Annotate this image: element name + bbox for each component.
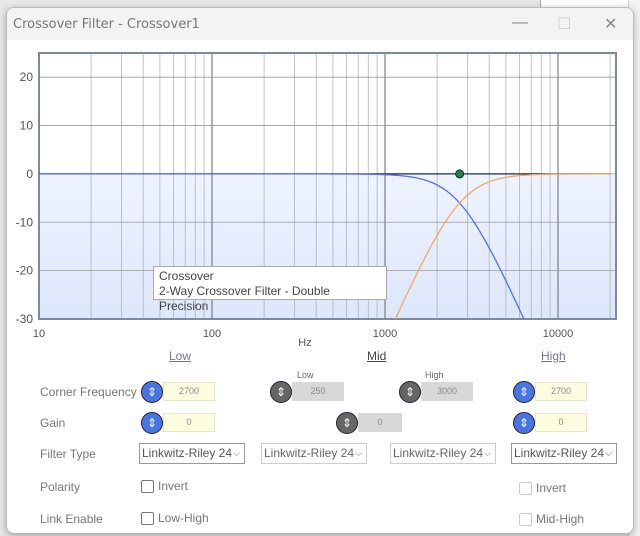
mid-high-link-label: Mid-High — [536, 512, 585, 526]
low-high-link-label: Low-High — [158, 511, 209, 525]
mid-high-frequency-knob-icon: ⇕ — [399, 381, 421, 403]
high-invert-checkbox — [519, 482, 532, 495]
mid-low-frequency-knob-icon: ⇕ — [270, 381, 292, 403]
y-tick-label: -10 — [16, 215, 34, 229]
mid-gain-knob-icon: ⇕ — [336, 412, 358, 434]
band-low-header[interactable]: Low — [169, 349, 191, 363]
chevron-down-icon: ⌵ — [355, 448, 362, 458]
tooltip-text: 2-Way Crossover Filter - Double Precisio… — [159, 284, 330, 313]
mid-low-filter-value: Linkwitz-Riley 24 — [264, 446, 355, 460]
band-mid-header[interactable]: Mid — [367, 349, 386, 363]
high-frequency-field[interactable]: 2700 — [535, 382, 587, 401]
low-filter-type-select[interactable]: Linkwitz-Riley 24 ⌵ — [139, 443, 245, 464]
tooltip-title: Crossover — [159, 269, 214, 283]
high-frequency-knob-icon[interactable]: ⇕ — [513, 381, 535, 403]
link-enable-label: Link Enable — [40, 512, 103, 526]
y-tick-label: -20 — [16, 264, 34, 278]
low-invert-checkbox[interactable] — [141, 480, 154, 493]
low-gain-knob-icon[interactable]: ⇕ — [141, 412, 163, 434]
high-gain-field[interactable]: 0 — [535, 413, 587, 432]
x-tick-label: 1000 — [373, 328, 397, 340]
x-tick-label: 100 — [203, 328, 221, 340]
mid-high-filter-type-select: Linkwitz-Riley 24 ⌵ — [390, 443, 496, 464]
chevron-down-icon: ⌵ — [605, 448, 612, 458]
band-high-header[interactable]: High — [541, 349, 566, 363]
mid-high-frequency-field: 3000 — [421, 382, 473, 401]
mid-high-filter-value: Linkwitz-Riley 24 — [393, 446, 484, 460]
chevron-down-icon: ⌵ — [484, 448, 491, 458]
x-tick-label: 10000 — [543, 328, 574, 340]
x-axis-label: Hz — [298, 337, 311, 349]
low-frequency-knob-icon[interactable]: ⇕ — [141, 381, 163, 403]
crossover-filter-window: Crossover Filter - Crossover1 — ☐ ✕ 20 10… — [6, 7, 634, 534]
mid-low-filter-type-select: Linkwitz-Riley 24 ⌵ — [261, 443, 367, 464]
low-high-link-checkbox[interactable] — [141, 512, 154, 525]
y-tick-label: 20 — [20, 70, 34, 84]
mid-gain-field: 0 — [358, 413, 402, 432]
high-gain-knob-icon[interactable]: ⇕ — [513, 412, 535, 434]
crossover-point-handle[interactable] — [455, 169, 465, 179]
low-invert-label: Invert — [158, 479, 189, 493]
high-filter-type-select[interactable]: Linkwitz-Riley 24 ⌵ — [511, 443, 617, 464]
mid-low-frequency-field: 250 — [292, 382, 344, 401]
mid-high-label: High — [425, 370, 444, 380]
high-filter-value: Linkwitz-Riley 24 — [514, 446, 605, 460]
tooltip: Crossover 2-Way Crossover Filter - Double… — [153, 266, 387, 313]
x-tick-label: 10 — [33, 328, 45, 340]
high-invert-label: Invert — [536, 481, 567, 495]
y-tick-label: -30 — [16, 312, 34, 326]
mid-high-link-checkbox — [519, 513, 532, 526]
filter-type-label: Filter Type — [40, 447, 96, 461]
mid-low-label: Low — [297, 370, 314, 380]
gain-label: Gain — [40, 416, 66, 430]
low-gain-field[interactable]: 0 — [163, 413, 215, 432]
low-filter-value: Linkwitz-Riley 24 — [142, 446, 233, 460]
y-tick-label: 0 — [26, 167, 33, 181]
low-frequency-field[interactable]: 2700 — [163, 382, 215, 401]
chevron-down-icon: ⌵ — [233, 448, 240, 458]
polarity-label: Polarity — [40, 480, 81, 494]
corner-frequency-label: Corner Frequency — [40, 385, 137, 399]
y-tick-label: 10 — [20, 119, 34, 133]
